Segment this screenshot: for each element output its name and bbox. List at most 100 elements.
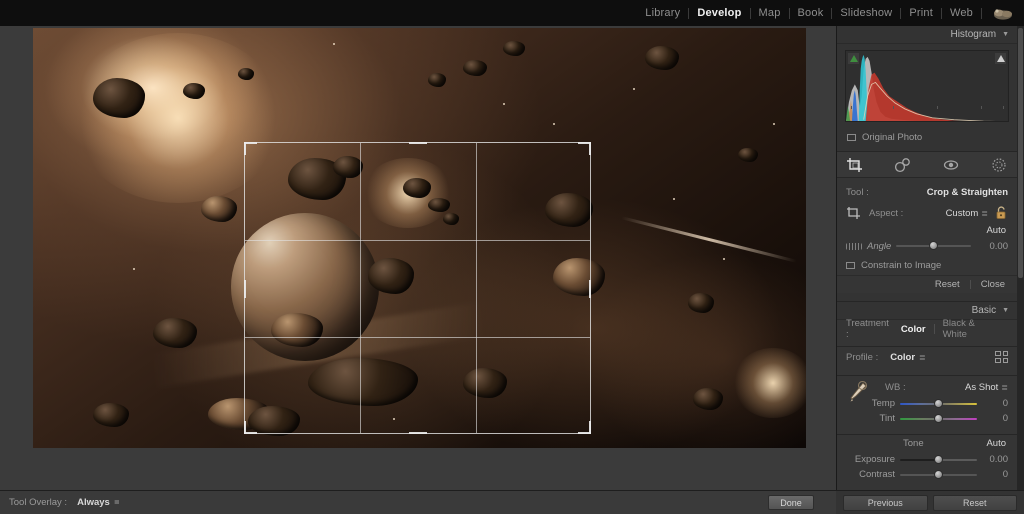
temp-value[interactable]: 0 bbox=[982, 398, 1008, 409]
constrain-to-image-row[interactable]: Constrain to Image bbox=[837, 255, 1017, 275]
contrast-value[interactable]: 0 bbox=[982, 469, 1008, 480]
right-panel-scrollbar[interactable] bbox=[1017, 26, 1024, 490]
white-balance-block: WB : As Shot ≣ Temp 0 Tint 0 bbox=[837, 376, 1017, 426]
exposure-slider-row[interactable]: Exposure 0.00 bbox=[837, 452, 1017, 467]
grid-cell bbox=[995, 351, 1001, 356]
constrain-label: Constrain to Image bbox=[861, 259, 942, 271]
module-print[interactable]: Print bbox=[901, 7, 941, 19]
original-photo-toggle[interactable]: Original Photo bbox=[847, 132, 1017, 143]
temp-slider[interactable] bbox=[900, 398, 977, 410]
scrollbar-thumb[interactable] bbox=[1018, 28, 1023, 278]
grid-cell bbox=[995, 358, 1001, 363]
module-map[interactable]: Map bbox=[751, 7, 789, 19]
exposure-slider-knob[interactable] bbox=[933, 454, 943, 464]
crop-close-button[interactable]: Close bbox=[981, 279, 1005, 290]
treatment-option-color[interactable]: Color bbox=[893, 324, 934, 335]
star bbox=[673, 198, 675, 200]
nebula-glow bbox=[733, 348, 806, 418]
shadow-clipping-indicator[interactable] bbox=[848, 53, 859, 64]
tool-overlay-value[interactable]: Always bbox=[77, 497, 110, 508]
original-photo-checkbox-icon[interactable] bbox=[847, 134, 856, 141]
white-balance-eyedropper-icon[interactable] bbox=[847, 380, 869, 404]
star bbox=[333, 43, 335, 45]
asteroid bbox=[93, 403, 129, 427]
crop-reset-button[interactable]: Reset bbox=[935, 279, 960, 290]
aspect-row[interactable]: Aspect : Custom ≣ bbox=[837, 201, 1017, 225]
profile-browser-grid-icon[interactable] bbox=[995, 351, 1008, 363]
constrain-checkbox-icon[interactable] bbox=[846, 261, 855, 269]
module-library[interactable]: Library bbox=[637, 7, 688, 19]
histogram-panel-header[interactable]: Histogram ▼ bbox=[837, 26, 1017, 44]
masking-tool-icon[interactable] bbox=[990, 157, 1008, 173]
histogram-ticks bbox=[845, 106, 1009, 112]
exposure-value[interactable]: 0.00 bbox=[982, 454, 1009, 465]
asteroid bbox=[333, 156, 363, 178]
profile-stepper-icon[interactable]: ≣ bbox=[919, 353, 926, 362]
asteroid bbox=[553, 258, 605, 296]
asteroid bbox=[693, 388, 723, 410]
module-web[interactable]: Web bbox=[942, 7, 981, 19]
star bbox=[633, 88, 635, 90]
straighten-level-icon[interactable] bbox=[846, 242, 862, 250]
exposure-slider[interactable] bbox=[900, 454, 977, 466]
asteroid bbox=[738, 148, 758, 162]
contrast-slider[interactable] bbox=[900, 469, 977, 481]
profile-label: Profile : bbox=[846, 351, 879, 363]
lightroom-develop-window: Library Develop Map Book Slideshow Print… bbox=[0, 0, 1024, 514]
tint-slider[interactable] bbox=[900, 413, 977, 425]
tint-slider-row[interactable]: Tint 0 bbox=[837, 411, 1017, 426]
tint-slider-knob[interactable] bbox=[933, 413, 943, 423]
angle-slider-knob[interactable] bbox=[928, 241, 938, 250]
asteroid bbox=[503, 41, 525, 56]
module-slideshow[interactable]: Slideshow bbox=[832, 7, 900, 19]
previous-button[interactable]: Previous bbox=[843, 494, 928, 511]
tone-header-row: Tone Auto bbox=[837, 435, 1017, 452]
crop-straighten-panel: Tool : Crop & Straighten Aspect : Custom… bbox=[837, 178, 1017, 293]
module-book[interactable]: Book bbox=[790, 7, 832, 19]
tone-auto-button[interactable]: Auto bbox=[986, 438, 1006, 449]
contrast-slider-knob[interactable] bbox=[933, 469, 943, 479]
grid-cell bbox=[1002, 358, 1008, 363]
crop-frame-icon[interactable] bbox=[846, 206, 862, 220]
chevron-down-icon[interactable]: ▼ bbox=[1002, 31, 1009, 38]
profile-value[interactable]: Color bbox=[890, 352, 915, 363]
module-develop[interactable]: Develop bbox=[689, 7, 749, 19]
unlocked-padlock-icon[interactable] bbox=[995, 206, 1008, 220]
angle-row[interactable]: Angle 0.00 bbox=[837, 237, 1017, 255]
star bbox=[133, 268, 135, 270]
asteroid bbox=[428, 198, 450, 212]
spot-removal-tool-icon[interactable] bbox=[894, 157, 912, 173]
wb-stepper-icon[interactable]: ≣ bbox=[1001, 383, 1008, 392]
chevron-down-icon[interactable]: ▼ bbox=[1002, 307, 1009, 314]
angle-auto-row[interactable]: Auto bbox=[837, 225, 1017, 237]
treatment-option-black-and-white[interactable]: Black & White bbox=[935, 318, 1008, 340]
angle-value[interactable]: 0.00 bbox=[982, 241, 1009, 252]
asteroid bbox=[403, 178, 431, 198]
stepper-icon[interactable]: ≣ bbox=[114, 499, 120, 506]
star bbox=[503, 103, 505, 105]
profile-row: Profile : Color ≣ bbox=[837, 347, 1017, 367]
angle-slider[interactable] bbox=[896, 240, 971, 252]
star bbox=[553, 123, 555, 125]
wb-value[interactable]: As Shot bbox=[965, 382, 998, 393]
aspect-stepper-icon[interactable]: ≣ bbox=[981, 209, 988, 218]
contrast-slider-row[interactable]: Contrast 0 bbox=[837, 467, 1017, 482]
tint-value[interactable]: 0 bbox=[982, 413, 1008, 424]
image-canvas-area[interactable] bbox=[0, 26, 836, 490]
reset-button[interactable]: Reset bbox=[932, 494, 1017, 511]
aspect-label: Aspect : bbox=[869, 207, 904, 219]
done-button[interactable]: Done bbox=[768, 495, 814, 510]
histogram-title: Histogram bbox=[950, 29, 997, 40]
asteroid bbox=[183, 83, 205, 99]
temp-slider-knob[interactable] bbox=[933, 398, 943, 408]
highlight-clipping-indicator[interactable] bbox=[995, 53, 1006, 64]
aspect-value[interactable]: Custom bbox=[946, 208, 979, 219]
red-eye-correction-tool-icon[interactable] bbox=[942, 157, 960, 173]
asteroid bbox=[645, 46, 679, 70]
crop-overlay-tool-icon[interactable] bbox=[846, 157, 864, 173]
photo-preview[interactable] bbox=[33, 28, 806, 448]
angle-auto-button[interactable]: Auto bbox=[986, 225, 1006, 237]
tool-overlay-label: Tool Overlay : bbox=[9, 497, 68, 508]
asteroid bbox=[201, 196, 237, 222]
asteroid bbox=[368, 258, 414, 294]
